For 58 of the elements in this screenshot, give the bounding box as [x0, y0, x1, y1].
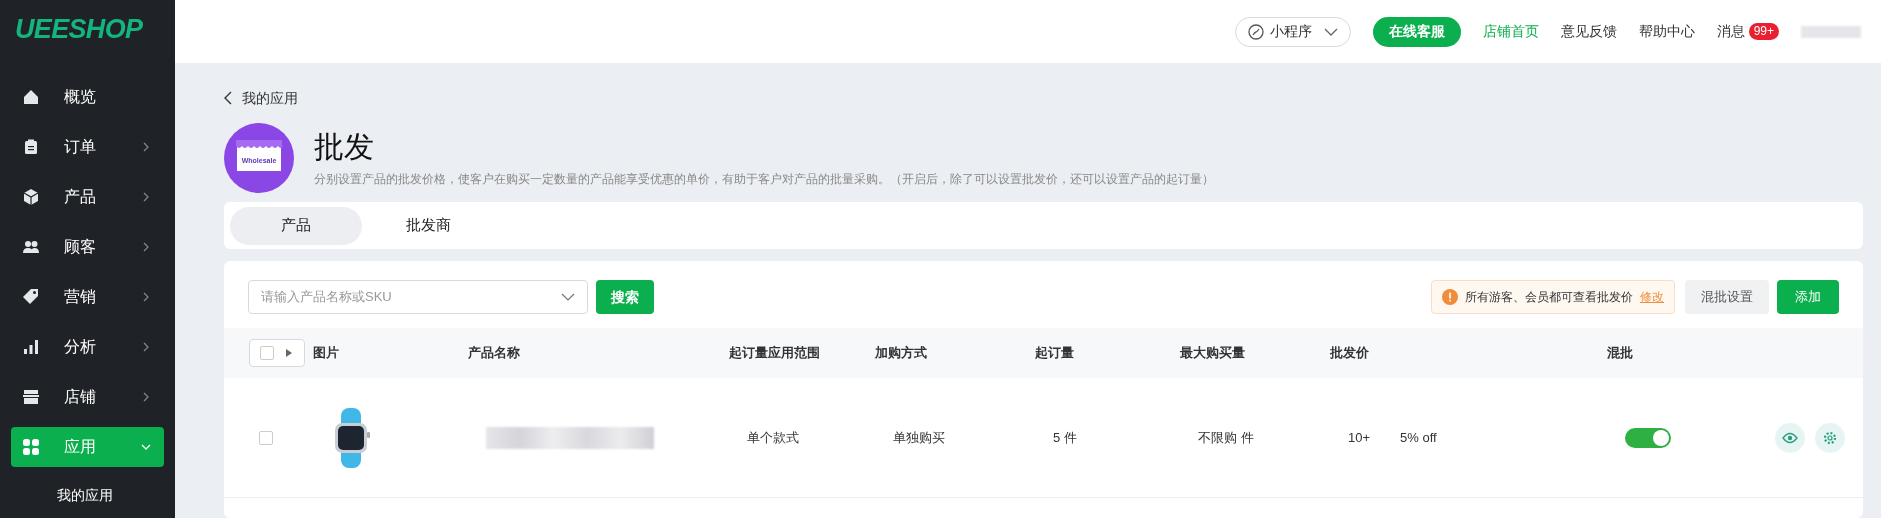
sidebar-item[interactable]: 分析	[11, 327, 164, 367]
column-header: 加购方式	[875, 345, 927, 361]
header-link[interactable]: 意见反馈	[1560, 21, 1617, 42]
column-header: 起订量应用范围	[729, 345, 820, 361]
sidebar-item[interactable]: 概览	[11, 77, 164, 117]
mixed-batch-toggle[interactable]	[1625, 427, 1671, 448]
table-cell-text: 5% off	[1400, 428, 1437, 447]
table-cell: 不限购 件	[1198, 429, 1254, 445]
sidebar-item[interactable]: 店铺	[11, 377, 164, 417]
checkbox[interactable]	[259, 430, 273, 445]
message-count-badge: 99+	[1748, 23, 1779, 40]
table-cell: 5 件	[1053, 429, 1077, 445]
column-header: 产品名称	[468, 345, 520, 361]
column-header: 起订量	[1035, 345, 1074, 361]
mix-settings-button[interactable]: 混批设置	[1685, 280, 1769, 314]
warning-icon	[1442, 289, 1458, 305]
settings-icon	[1823, 430, 1837, 445]
sidebar-item[interactable]: 顾客	[11, 227, 164, 267]
grid-icon	[22, 438, 40, 456]
column-header: 图片	[313, 345, 339, 361]
column-header: 批发价	[1330, 345, 1369, 361]
box-icon	[22, 188, 40, 206]
settings-button[interactable]	[1815, 422, 1845, 453]
messages-link[interactable]: 消息	[1716, 21, 1745, 42]
caret-icon	[1323, 26, 1338, 37]
link-icon	[1247, 23, 1264, 40]
bar-chart-icon	[22, 338, 40, 356]
sidebar-item[interactable]: 订单	[11, 127, 164, 167]
store-icon	[22, 388, 40, 406]
home-icon	[22, 88, 40, 106]
view-button[interactable]	[1775, 422, 1805, 453]
tag-icon	[22, 288, 40, 306]
page-title: 批发	[314, 129, 375, 165]
breadcrumb-link[interactable]: 我的应用	[242, 87, 298, 109]
search-input[interactable]: 请输入产品名称或SKU	[261, 287, 561, 307]
caret-icon	[561, 292, 575, 302]
checkbox[interactable]	[260, 346, 274, 360]
sidebar-subitem[interactable]: 我的应用	[0, 472, 175, 518]
clipboard-icon	[22, 138, 40, 156]
table-cell-text: 10+	[1348, 428, 1371, 447]
eye-icon	[1782, 431, 1798, 444]
page-description: 分别设置产品的批发价格，使客户在购买一定数量的产品能享受优惠的单价，有助于客户对产品的批量采购。（开启后，除了可以设置批发价，还可以设置产品的起订量）	[314, 171, 1214, 188]
back-icon[interactable]	[224, 91, 232, 105]
column-header: 混批	[1607, 345, 1633, 361]
sidebar-item[interactable]: 营销	[11, 277, 164, 317]
tab[interactable]: 产品	[230, 206, 362, 245]
table-cell: 单独购买	[893, 429, 945, 445]
sidebar-item[interactable]: 产品	[11, 177, 164, 217]
select-all-control[interactable]	[249, 339, 305, 367]
header-link[interactable]: 帮助中心	[1638, 21, 1695, 42]
logo: UEESHOP	[15, 12, 143, 46]
table-cell: 单个款式	[747, 429, 799, 445]
notice-text: 所有游客、会员都可查看批发价	[1465, 289, 1633, 306]
caret-icon	[286, 349, 292, 357]
search-field[interactable]: 请输入产品名称或SKU	[248, 280, 588, 314]
column-header: 最大购买量	[1180, 345, 1245, 361]
users-icon	[22, 238, 40, 256]
blurred-username	[1801, 25, 1861, 38]
